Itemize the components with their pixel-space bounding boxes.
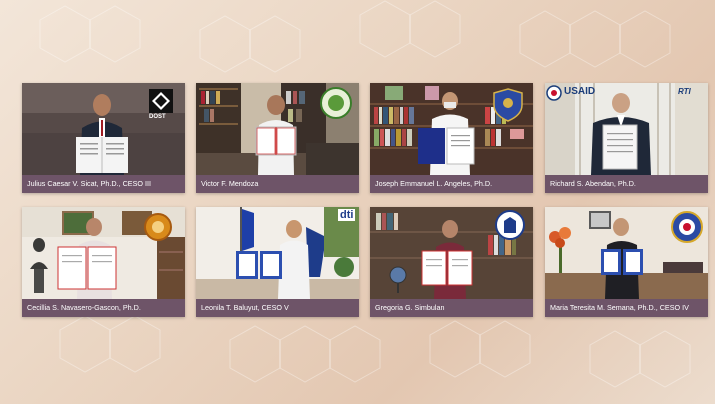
participant-name: Cecillia S. Navasero-Gascon, Ph.D. [22,299,185,317]
university-logo-icon [495,210,525,240]
video-feed [545,207,708,299]
participant-name: Joseph Emmanuel L. Angeles, Ph.D. [370,175,533,193]
video-feed [370,207,533,299]
video-feed: DOST [22,83,185,175]
video-feed: USAID RTI [545,83,708,175]
seal-logo-icon [320,87,352,119]
participant-tile-4[interactable]: USAID RTI Richard S. Abendan, Ph.D. [545,83,708,193]
dost-logo-icon [149,89,173,113]
participant-name: Julius Caesar V. Sicat, Ph.D., CESO III [22,175,185,193]
dti-logo-text: dti [338,209,356,221]
video-feed [196,83,359,175]
participant-tile-2[interactable]: Victor F. Mendoza [196,83,359,193]
participant-tile-3[interactable]: Joseph Emmanuel L. Angeles, Ph.D. [370,83,533,193]
video-feed: dti [196,207,359,299]
usaid-seal-icon [546,85,562,101]
participant-name: Maria Teresita M. Semana, Ph.D., CESO IV [545,299,708,317]
video-feed [22,207,185,299]
participant-name: Richard S. Abendan, Ph.D. [545,175,708,193]
participant-tile-7[interactable]: Gregoria G. Simbulan [370,207,533,317]
hexagon-background-pattern [39,0,691,388]
participant-name: Leonila T. Baluyut, CESO V [196,299,359,317]
participant-name: Victor F. Mendoza [196,175,359,193]
dost-logo-text: DOST [149,114,166,120]
participant-tile-5[interactable]: Cecillia S. Navasero-Gascon, Ph.D. [22,207,185,317]
participant-tile-6[interactable]: dti Leonila T. Baluyut, CESO V [196,207,359,317]
rti-logo-text: RTI [678,87,691,96]
video-feed [370,83,533,175]
seal-logo-icon [671,211,703,243]
participant-name: Gregoria G. Simbulan [370,299,533,317]
participant-tile-1[interactable]: DOST Julius Caesar V. Sicat, Ph.D., CESO… [22,83,185,193]
participant-tile-8[interactable]: Maria Teresita M. Semana, Ph.D., CESO IV [545,207,708,317]
usaid-logo-text: USAID [564,86,596,97]
emblem-logo-icon [144,213,172,241]
